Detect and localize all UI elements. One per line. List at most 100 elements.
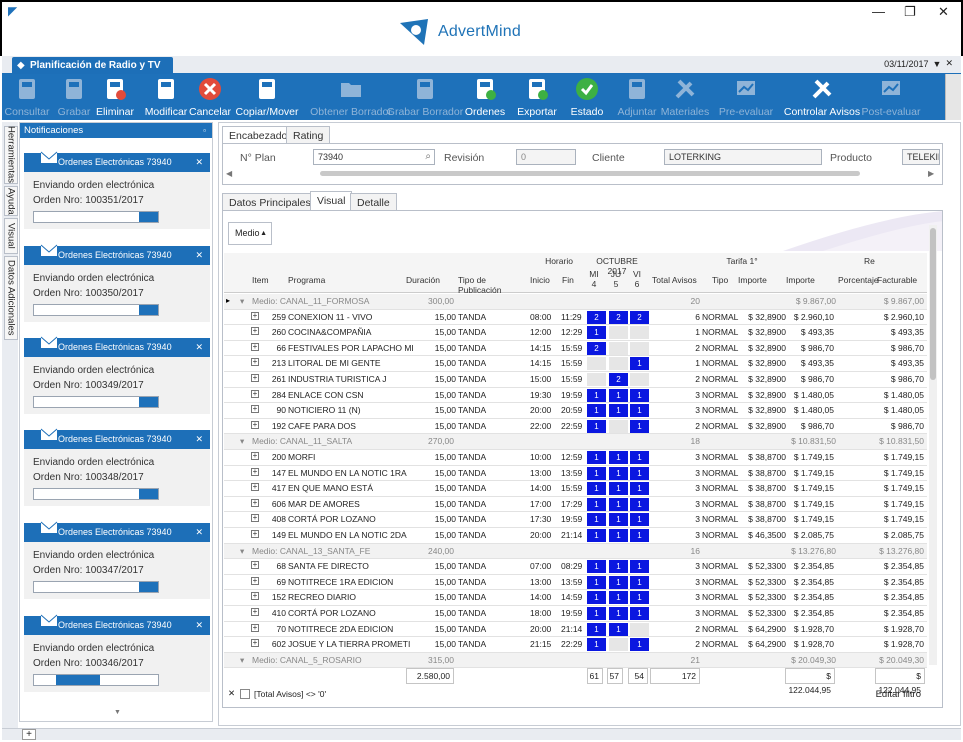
table-row[interactable]: +66 FESTIVALES POR LAPACHO MI 15,00 TANDA 14… [224,341,927,357]
day-cell[interactable]: 1 [609,529,628,542]
day-cell[interactable]: 1 [587,404,606,418]
table-row[interactable]: +602 JOSUE Y LA TIERRA PROMETI 15,00 TANDA 2… [224,637,927,653]
scroll-right-icon[interactable]: ▶ [928,169,934,178]
pin-icon[interactable]: ▫ [203,123,206,138]
close-notification-icon[interactable]: ✕ [195,430,203,449]
day-cell[interactable]: 2 [609,373,628,386]
close-notification-icon[interactable]: ✕ [195,523,203,542]
table-row[interactable]: +70 NOTITRECE 2DA EDICION 15,00 TANDA 20:00 2… [224,622,927,638]
plan-input[interactable]: 73940 ⌕ [313,149,435,165]
day-cell[interactable]: 1 [630,591,649,605]
group-row[interactable]: ▾ Medio: CANAL_11_SALTA 270,00 18 $ 10.831,5… [224,434,927,450]
toolbar-button-consultar[interactable]: Consultar [5,74,49,120]
close-notification-icon[interactable]: ✕ [195,616,203,635]
toolbar-button-ordenes[interactable]: Ordenes [465,74,505,120]
toolbar-button-materiales[interactable]: Materiales [661,74,709,120]
col-day-mi-num[interactable]: 4 [587,279,601,289]
day-cell[interactable]: 1 [630,560,649,574]
clear-filter-icon[interactable]: ✕ [228,688,235,699]
day-cell[interactable]: 1 [630,419,649,433]
grid-vscroll-thumb[interactable] [930,228,936,380]
day-cell[interactable]: 1 [609,513,628,527]
side-tab-ayuda[interactable]: Ayuda [4,186,18,216]
scroll-left-icon[interactable]: ◀ [226,169,232,178]
table-row[interactable]: +213 LITORAL DE MI GENTE 15,00 TANDA 14:15 15… [224,356,927,372]
day-cell[interactable]: 1 [630,451,649,464]
toolbar-button-cancelar[interactable]: Cancelar [189,74,231,120]
day-cell[interactable]: 1 [630,575,649,589]
header-scrollbar[interactable] [320,171,860,176]
tab-planificacion[interactable]: ◆ Planificación de Radio y TV [12,57,173,74]
band-horario[interactable]: Horario [530,256,588,266]
col-day-mi[interactable]: MI [587,269,601,279]
day-cell[interactable]: 1 [609,404,628,418]
day-cell[interactable]: 2 [587,310,606,324]
col-day-ju-num[interactable]: 5 [609,279,623,289]
day-cell[interactable]: 1 [609,560,628,574]
search-icon[interactable]: ⌕ [425,150,431,164]
table-row[interactable]: +606 MAR DE AMORES 15,00 TANDA 17:00 17:29 1 1 1… [224,497,927,513]
day-cell[interactable] [609,341,628,355]
table-row[interactable]: +152 RECREO DIARIO 15,00 TANDA 14:00 14:59 1 1 1… [224,590,927,606]
day-cell[interactable]: 1 [587,326,606,340]
table-row[interactable]: +192 CAFE PARA DOS 15,00 TANDA 22:00 22:59 1 1 2… [224,419,927,435]
day-cell[interactable]: 1 [609,591,628,605]
day-cell[interactable]: 1 [587,513,606,527]
day-cell[interactable] [630,326,649,340]
col-porcentaje[interactable]: Porcentaje [838,275,879,285]
day-cell[interactable]: 1 [630,357,649,371]
table-row[interactable]: +408 CORTÁ POR LOZANO 15,00 TANDA 17:30 19:59… [224,512,927,528]
day-cell[interactable]: 1 [587,482,606,496]
side-tab-datos-adicionales[interactable]: Datos Adicionales [4,256,18,340]
day-cell[interactable]: 1 [609,497,628,511]
day-cell[interactable]: 1 [630,638,649,652]
day-cell[interactable]: 1 [587,591,606,605]
tab-visual[interactable]: Visual [310,191,353,211]
col-tipo-publicacion[interactable]: Tipo de Publicación [458,275,530,295]
day-cell[interactable]: 1 [630,404,649,418]
day-cell[interactable]: 1 [587,419,606,433]
tab-detalle[interactable]: Detalle [350,193,397,211]
col-day-ju[interactable]: JU [609,269,623,279]
day-cell[interactable] [609,419,628,433]
day-cell[interactable] [587,357,606,371]
client-field[interactable]: LOTERKING [664,149,822,165]
band-tarifa[interactable]: Tarifa 1° [702,256,782,266]
day-cell[interactable]: 2 [609,310,628,324]
close-notification-icon[interactable]: ✕ [195,338,203,357]
tab-encabezado[interactable]: Encabezado [222,126,295,144]
close-window-button[interactable]: ✕ [938,4,949,20]
toolbar-button-controlar-avisos[interactable]: Controlar Avisos [784,74,860,120]
day-cell[interactable]: 1 [587,388,606,402]
toolbar-button-obtener-borrador[interactable]: Obtener Borrador [310,74,392,120]
col-inicio[interactable]: Inicio [530,275,560,285]
close-notification-icon[interactable]: ✕ [195,153,203,172]
col-day-vi[interactable]: VI [630,269,644,279]
day-cell[interactable]: 1 [609,607,628,620]
table-row[interactable]: +147 EL MUNDO EN LA NOTIC 1RA 15,00 TANDA 13… [224,466,927,482]
band-re[interactable]: Re [864,256,876,266]
add-icon[interactable]: + [22,729,36,740]
filter-checkbox[interactable] [240,689,250,699]
col-day-vi-num[interactable]: 6 [630,279,644,289]
table-row[interactable]: +410 CORTÁ POR LOZANO 15,00 TANDA 18:00 19:59… [224,606,927,622]
day-cell[interactable] [630,622,649,636]
minimize-button[interactable]: — [872,4,885,19]
day-cell[interactable]: 1 [587,638,606,652]
toolbar-scroll[interactable] [945,74,961,120]
side-tab-visual[interactable]: Visual [4,218,18,254]
toolbar-button-grabar-borrador[interactable]: Grabar Borrador [387,74,463,120]
day-cell[interactable]: 1 [587,622,606,636]
day-cell[interactable]: 1 [630,497,649,511]
table-row[interactable]: +259 CONEXION 11 - VIVO 15,00 TANDA 08:00 11:… [224,310,927,326]
toolbar-button-exportar[interactable]: Exportar [516,74,558,120]
tab-datos-principales[interactable]: Datos Principales [222,193,318,211]
day-cell[interactable]: 1 [587,497,606,511]
toolbar-button-adjuntar[interactable]: Adjuntar [615,74,659,120]
day-cell[interactable]: 1 [630,607,649,620]
table-row[interactable]: +149 EL MUNDO EN LA NOTIC 2DA 15,00 TANDA 20… [224,528,927,544]
table-row[interactable]: +284 ENLACE CON CSN 15,00 TANDA 19:30 19:59 1 1… [224,388,927,404]
day-cell[interactable]: 1 [609,482,628,496]
day-cell[interactable]: 1 [630,388,649,402]
col-duracion[interactable]: Duración [406,275,452,285]
